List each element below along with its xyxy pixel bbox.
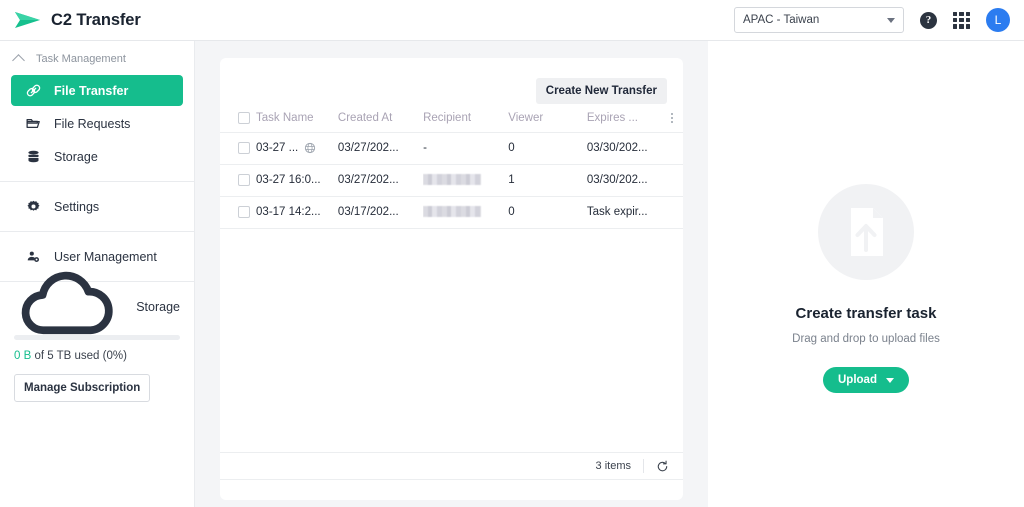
cell-row-menu: [661, 132, 683, 164]
tasks-table: Task Name Created At Recipient Viewer Ex…: [220, 105, 683, 229]
table-header-row: Task Name Created At Recipient Viewer Ex…: [220, 105, 683, 132]
cell-expires: 03/30/202...: [586, 174, 648, 186]
column-header-recipient[interactable]: Recipient: [423, 105, 508, 132]
chevron-up-icon: [12, 54, 25, 67]
cell-task-name: 03-17 14:2...: [256, 206, 321, 218]
column-header-expires[interactable]: Expires ...: [587, 105, 661, 132]
sidebar-divider-1: [0, 181, 194, 182]
upload-panel-title: Create transfer task: [795, 305, 937, 322]
paper-plane-icon: [15, 12, 40, 28]
cell-viewer: 0: [508, 142, 515, 154]
upload-button[interactable]: Upload: [823, 367, 909, 393]
link-icon: [26, 84, 41, 97]
row-checkbox[interactable]: [238, 174, 250, 186]
help-icon[interactable]: ?: [920, 11, 937, 29]
cloud-icon: [21, 271, 113, 335]
top-bar: C2 Transfer APAC - Taiwan ? L: [0, 0, 1024, 41]
sidebar-item-label: File Requests: [54, 116, 131, 131]
row-select-cell: [220, 164, 256, 196]
tasks-table-head: Task Name Created At Recipient Viewer Ex…: [220, 105, 683, 132]
table-row[interactable]: 03-27 16:0... 03/27/202... 1 03/30/202..…: [220, 164, 683, 196]
sidebar-item-file-requests[interactable]: File Requests: [11, 108, 183, 139]
refresh-icon[interactable]: [656, 460, 669, 473]
items-count: 3 items: [595, 460, 631, 472]
table-footer: 3 items: [220, 452, 683, 480]
avatar[interactable]: L: [986, 8, 1010, 32]
sidebar-item-label: Storage: [54, 149, 98, 164]
content-area: Create New Transfer Task Name Created At…: [195, 41, 708, 507]
tasks-table-body: 03-27 ... 03/27/202... - 0 03/30/202... …: [220, 132, 683, 228]
sidebar-item-label: File Transfer: [54, 83, 129, 98]
storage-usage-rest: of 5 TB used (0%): [31, 350, 127, 362]
sidebar-group-task-management[interactable]: Task Management: [0, 45, 194, 73]
chevron-down-icon: [885, 377, 894, 383]
row-select-cell: [220, 132, 256, 164]
redacted-recipient: [423, 174, 482, 186]
apps-grid-icon[interactable]: [953, 11, 970, 29]
card-toolbar: Create New Transfer: [220, 58, 683, 105]
upload-panel: Create transfer task Drag and drop to up…: [708, 41, 1024, 507]
region-select-value: APAC - Taiwan: [743, 14, 820, 26]
cell-viewer: 0: [508, 206, 515, 218]
sidebar-group-label: Task Management: [36, 53, 126, 65]
cell-recipient: [423, 164, 508, 196]
cell-created-at: 03/27/202...: [337, 174, 399, 186]
globe-icon[interactable]: [304, 142, 316, 154]
cell-recipient: -: [423, 142, 427, 154]
sidebar-item-storage[interactable]: Storage: [11, 141, 183, 172]
file-upload-glyph: [851, 208, 883, 256]
sidebar-storage-label: Storage: [136, 300, 180, 314]
create-new-transfer-button[interactable]: Create New Transfer: [535, 78, 667, 104]
cell-expires: 03/30/202...: [586, 142, 648, 154]
sidebar-divider-2: [0, 231, 194, 232]
cell-row-menu: [661, 164, 683, 196]
footer-divider: [643, 459, 644, 473]
cell-created-at: 03/17/202...: [337, 206, 399, 218]
cell-recipient: [423, 196, 508, 228]
column-header-viewer[interactable]: Viewer: [508, 105, 587, 132]
upload-panel-subtitle: Drag and drop to upload files: [792, 333, 940, 345]
select-all-header: [220, 105, 256, 132]
cell-task-name: 03-27 ...: [256, 132, 338, 164]
kebab-menu-icon[interactable]: [661, 113, 683, 124]
cell-viewer: 1: [508, 174, 515, 186]
storage-usage-text: 0 B of 5 TB used (0%): [14, 350, 180, 362]
storage-used-value: 0 B: [14, 350, 32, 362]
cell-created-at: 03/27/202...: [337, 142, 399, 154]
table-row[interactable]: 03-17 14:2... 03/17/202... 0 Task expir.…: [220, 196, 683, 228]
manage-subscription-button[interactable]: Manage Subscription: [14, 374, 151, 402]
table-row[interactable]: 03-27 ... 03/27/202... - 0 03/30/202...: [220, 132, 683, 164]
select-all-checkbox[interactable]: [238, 112, 250, 125]
sidebar-item-file-transfer[interactable]: File Transfer: [11, 75, 183, 106]
row-checkbox[interactable]: [238, 142, 250, 154]
chevron-down-icon: [887, 18, 895, 23]
row-checkbox[interactable]: [238, 206, 250, 218]
column-header-task-name[interactable]: Task Name: [256, 105, 338, 132]
column-options-header: [661, 105, 683, 132]
gear-icon: [27, 200, 40, 211]
database-icon: [28, 150, 39, 163]
folder-icon: [26, 119, 40, 128]
redacted-recipient: [423, 206, 482, 218]
column-header-created-at[interactable]: Created At: [338, 105, 423, 132]
cell-task-name: 03-27 16:0...: [256, 174, 321, 186]
sidebar-item-label: Settings: [54, 199, 100, 214]
cell-row-menu: [661, 196, 683, 228]
sidebar-storage-section: Storage 0 B of 5 TB used (0%) Manage Sub…: [0, 271, 194, 402]
app-root: C2 Transfer APAC - Taiwan ? L Task Manag…: [0, 0, 1024, 507]
task-list-card: Create New Transfer Task Name Created At…: [220, 58, 683, 500]
cell-expires: Task expir...: [586, 206, 648, 218]
region-select[interactable]: APAC - Taiwan: [734, 7, 904, 33]
task-name-text: 03-27 ...: [256, 142, 299, 154]
row-select-cell: [220, 196, 256, 228]
upload-button-label: Upload: [838, 374, 877, 386]
sidebar-storage-header[interactable]: Storage: [0, 271, 180, 335]
sidebar: Task Management File Transfer File Reque…: [0, 41, 195, 507]
top-bar-actions: APAC - Taiwan ? L: [734, 7, 1024, 33]
sidebar-item-settings[interactable]: Settings: [11, 191, 183, 222]
app-title: C2 Transfer: [51, 10, 141, 29]
brand[interactable]: C2 Transfer: [0, 9, 141, 31]
file-upload-icon: [818, 184, 914, 280]
